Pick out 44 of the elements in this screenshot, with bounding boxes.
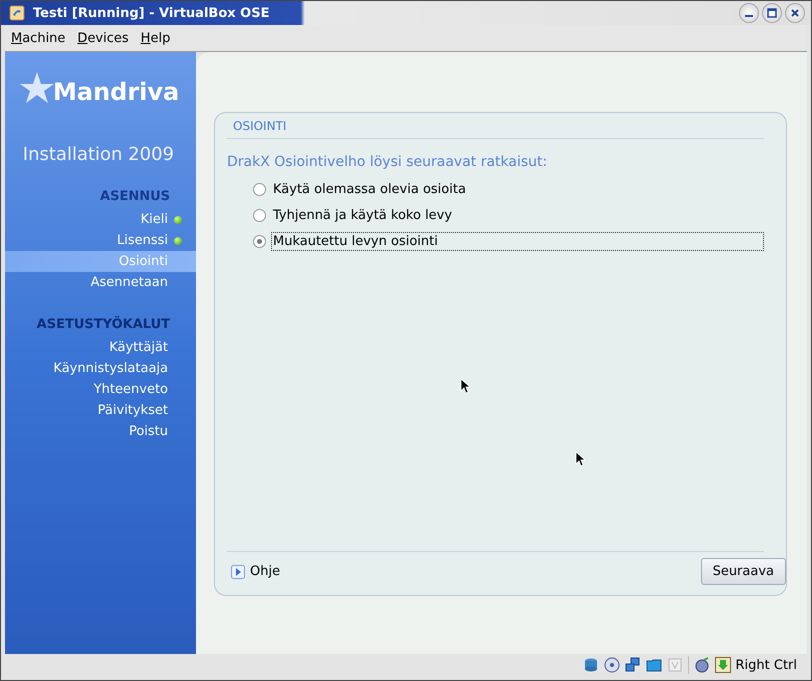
menu-item[interactable]: Help [140,30,170,46]
section-heading: ASENNUS [99,189,171,206]
sidebar-item: Käynnistyslataaja [52,360,169,378]
prompt-text: DrakX Osiointivelho löysi seuraavat ratkaisut: [227,154,548,170]
minimize-icon [745,15,753,17]
host-key-label: Right Ctrl [736,658,797,672]
cd-icon [604,657,620,673]
sidebar-item: Lisenssi [5,230,196,251]
maximize-icon [767,8,777,18]
option-label[interactable]: Käytä olemassa olevia osioita [271,180,468,198]
option-label[interactable]: Tyhjennä ja käytä koko levy [271,206,454,224]
section-heading: ASETUSTYÖKALUT [36,317,171,334]
menu-item[interactable]: Devices [77,30,129,46]
next-button[interactable]: Seuraava [700,558,786,585]
arrow-down-icon [714,657,730,673]
radio-button[interactable] [253,208,266,222]
sidebar-item-highlight: Osiointi [5,251,196,272]
sidebar-item: Käyttäjät [108,339,169,357]
window-title: Testi [Running] - VirtualBox OSE [33,6,270,20]
cursor-icon [575,451,585,467]
disk-icon [582,657,598,673]
minimize-button[interactable] [739,3,759,23]
panel-title: OSIOINTI [227,119,764,139]
subtitle: Installation 2009 [22,143,175,165]
menu-item[interactable]: Machine [11,30,66,46]
sidebar-item: Kieli [5,209,196,230]
folder-icon [646,657,662,673]
option-label[interactable]: Mukautettu levyn osiointi [271,232,764,250]
maximize-button[interactable] [762,3,782,23]
radio-button[interactable] [253,234,266,248]
cursor-icon [460,378,470,394]
app-icon [9,5,25,21]
sidebar-item: Yhteenveto [92,381,169,399]
radio-button[interactable] [253,182,266,196]
network-icon [624,657,640,673]
close-icon [790,8,800,18]
close-button[interactable] [785,3,805,23]
sidebar-item: Poistu [128,423,169,441]
logo-text: Mandriva [53,78,180,106]
expand-icon [231,564,245,578]
mouse-icon [694,657,710,673]
sidebar-item: Päivitykset [96,402,169,420]
help-toggle[interactable]: Ohje [231,564,280,579]
sidebar-item: Asennetaan [90,274,169,292]
